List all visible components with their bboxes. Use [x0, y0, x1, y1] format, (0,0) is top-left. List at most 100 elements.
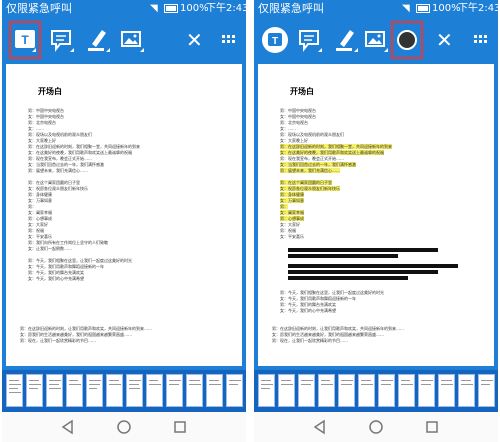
page-thumbnail[interactable]: [86, 374, 103, 407]
image-tool-button[interactable]: [360, 22, 390, 58]
doc-line: 男：现在我宣布，晚会正式开始……: [280, 156, 344, 161]
page-thumbnail-strip[interactable]: [2, 370, 246, 412]
page-thumbnail[interactable]: [126, 374, 143, 407]
document-page[interactable]: 开场白 男：中国中央电视台 女：中国中央电视台 男：北京电视台 女：…… 男：现…: [6, 64, 242, 366]
close-icon[interactable]: ✕: [186, 28, 203, 52]
page-thumbnail[interactable]: [358, 374, 375, 407]
carrier-text: 仅限紧急呼叫: [6, 2, 72, 15]
comment-tool-button[interactable]: [46, 22, 76, 58]
doc-line: 男：今天，我们相聚在这里，让我们一起度过这美好的时光: [28, 258, 132, 263]
doc-line: 男：在这辞旧迎新的时刻，我们相聚一堂，共同迎接新年的到来: [28, 144, 140, 149]
page-thumbnail[interactable]: [6, 374, 23, 407]
doc-line: 女：……: [28, 126, 44, 131]
doc-line: 女：今天，我们的心中充满希望: [28, 276, 84, 281]
document-title: 开场白: [38, 87, 62, 96]
doc-line: 女：大家好: [28, 222, 48, 227]
home-circle-icon[interactable]: [116, 419, 132, 435]
document-page[interactable]: 开场白 男：中国中央电视台 女：中国中央电视台 男：北京电视台 女：…… 男：现…: [258, 64, 494, 366]
highlight-tool-button[interactable]: [330, 22, 360, 58]
doc-line: 男：今天，我们的舞台充满欢笑: [280, 302, 336, 307]
close-icon[interactable]: ✕: [436, 28, 453, 52]
page-thumbnail[interactable]: [458, 374, 475, 407]
battery-percent: 100%: [432, 3, 461, 14]
image-icon: [365, 31, 388, 52]
page-thumbnail[interactable]: [438, 374, 455, 407]
doc-line: 女：大家晚上好: [28, 138, 56, 143]
page-thumbnail[interactable]: [66, 374, 83, 407]
page-thumbnail-strip[interactable]: [254, 370, 498, 412]
page-thumbnail[interactable]: [166, 374, 183, 407]
redaction-bar: [288, 276, 408, 280]
doc-line-highlighted: 男：身体健康: [280, 192, 304, 197]
status-bar: 仅限紧急呼叫 ◥ 100% 下午2:43: [2, 0, 246, 18]
doc-line: 女：今天，我们的心中充满希望: [280, 308, 336, 313]
recents-square-icon[interactable]: [424, 419, 440, 435]
right-screen: 仅限紧急呼叫 ◥ 100% 下午2:43 T ✕ 开场白 男：中国中央电视台 女…: [254, 0, 498, 442]
page-thumbnail[interactable]: [106, 374, 123, 407]
svg-text:T: T: [272, 36, 278, 47]
page-thumbnail[interactable]: [26, 374, 43, 407]
doc-line: 女：阖家幸福: [28, 210, 52, 215]
doc-line: 男：在这个阖家团圆的日子里: [28, 180, 80, 185]
doc-line: 男：: [28, 204, 36, 209]
doc-line: 女：在这美好的夜晚，我们用歌声和欢笑送上最诚挚的祝福: [28, 150, 132, 155]
doc-line: 男：在这辞旧迎新的时刻，让我们用歌声和欢笑，共同迎接新年的到来……: [20, 326, 152, 331]
page-thumbnail[interactable]: [226, 374, 243, 407]
redaction-bar: [288, 254, 398, 258]
text-tool-button[interactable]: T: [9, 21, 41, 59]
doc-line: 男：今天，我们相聚在这里，让我们一起度过这美好的时光: [280, 290, 384, 295]
redaction-bar: [288, 270, 438, 274]
battery-icon: [416, 4, 430, 13]
doc-line: 男：祝福: [28, 228, 44, 233]
battery-percent: 100%: [180, 3, 209, 14]
page-thumbnail[interactable]: [378, 374, 395, 407]
dots-grid-icon[interactable]: [474, 35, 490, 45]
doc-line: 男：北京电视台: [28, 120, 56, 125]
clock: 下午2:43: [206, 3, 246, 14]
doc-line-highlighted: 女：阖家幸福: [280, 210, 304, 215]
doc-line-highlighted: 男：在这辞旧迎新的时刻，我们相聚一堂，共同迎接新年的到来: [280, 144, 392, 149]
page-thumbnail[interactable]: [206, 374, 223, 407]
dots-grid-icon[interactable]: [222, 35, 238, 45]
doc-line-highlighted: 女：祝愿各位观众朋友们新年快乐: [280, 186, 340, 191]
home-circle-icon[interactable]: [368, 419, 384, 435]
color-circle-icon: [397, 30, 417, 50]
page-thumbnail[interactable]: [186, 374, 203, 407]
color-picker-button[interactable]: [391, 21, 423, 59]
page-thumbnail[interactable]: [338, 374, 355, 407]
highlight-tool-button[interactable]: [82, 22, 112, 58]
doc-line-highlighted: 男：展望未来，我们充满信心……: [280, 168, 340, 173]
battery-icon: [164, 4, 178, 13]
wifi-icon: ◥: [402, 3, 410, 14]
doc-line-highlighted: 女：当我们回首过去的一年，我们满怀感激: [280, 162, 356, 167]
speech-bubble-icon: [299, 30, 322, 52]
text-box-icon: T: [15, 30, 36, 52]
doc-line: 女：今天，我们用歌声和舞蹈迎接新的一年: [280, 296, 356, 301]
page-thumbnail[interactable]: [478, 374, 495, 407]
back-triangle-icon[interactable]: [60, 419, 76, 435]
page-thumbnail[interactable]: [146, 374, 163, 407]
doc-line: 女：愿我们的生活越来越美好，我们的祖国越来越繁荣昌盛……: [20, 332, 132, 337]
speech-bubble-icon: [51, 30, 74, 52]
comment-tool-button[interactable]: [294, 22, 324, 58]
page-thumbnail[interactable]: [46, 374, 63, 407]
doc-line: 男：现场以及电视机前的观众朋友们: [28, 132, 92, 137]
doc-line: 女：祝愿各位观众朋友们新年快乐: [28, 186, 88, 191]
page-thumbnail[interactable]: [298, 374, 315, 407]
text-tool-button[interactable]: T: [260, 22, 290, 58]
doc-line: 男：现场以及电视机前的观众朋友们: [280, 132, 344, 137]
page-thumbnail[interactable]: [258, 374, 275, 407]
page-thumbnail[interactable]: [318, 374, 335, 407]
page-thumbnail[interactable]: [418, 374, 435, 407]
recents-square-icon[interactable]: [172, 419, 188, 435]
back-triangle-icon[interactable]: [312, 419, 328, 435]
image-tool-button[interactable]: [116, 22, 146, 58]
status-bar: 仅限紧急呼叫 ◥ 100% 下午2:43: [254, 0, 498, 18]
highlighter-icon: [336, 30, 358, 52]
doc-line: 女：今天，我们用歌声和舞蹈迎接新的一年: [28, 264, 104, 269]
page-thumbnail[interactable]: [278, 374, 295, 407]
doc-line: 男：在这辞旧迎新的时刻，让我们用歌声和欢笑，共同迎接新年的到来……: [272, 326, 404, 331]
doc-line: 男：北京电视台: [280, 120, 308, 125]
doc-line: 女：中国中央电视台: [28, 114, 64, 119]
page-thumbnail[interactable]: [398, 374, 415, 407]
